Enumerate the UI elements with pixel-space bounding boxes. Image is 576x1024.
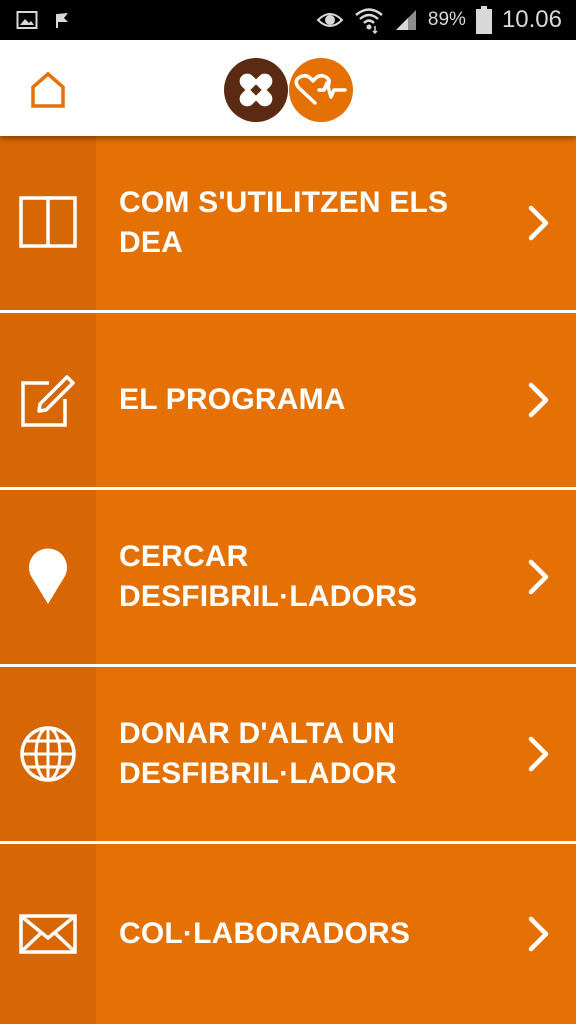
image-icon: [16, 11, 38, 29]
bandage-icon: [224, 58, 288, 122]
chevron-right-icon: [528, 916, 549, 952]
menu-item-label: COM S'UTILITZEN ELS DEA: [119, 186, 449, 259]
menu-item-label: DONAR D'ALTA UN DESFIBRIL·LADOR: [119, 717, 397, 790]
menu-item-icon-cell: [0, 667, 96, 841]
chevron-right-icon: [528, 205, 549, 241]
chevron-right-icon: [528, 736, 549, 772]
mail-icon: [19, 914, 77, 954]
map-pin-icon: [28, 548, 67, 604]
menu-item-icon-cell: [0, 136, 96, 310]
battery-percent: 89%: [427, 9, 466, 30]
menu-item-el-programa[interactable]: EL PROGRAMA: [0, 313, 576, 487]
status-bar-right: 89% 10.06: [316, 6, 562, 34]
menu-item-com-sutilitzen-els-dea[interactable]: COM S'UTILITZEN ELS DEA: [0, 136, 576, 310]
menu-item-donar-dalta-un-desfibril-lador[interactable]: DONAR D'ALTA UN DESFIBRIL·LADOR: [0, 667, 576, 841]
chevron-right-icon: [528, 559, 549, 595]
menu-item-label: CERCAR DESFIBRIL·LADORS: [119, 540, 418, 613]
battery-icon: [475, 6, 492, 34]
clock: 10.06: [501, 6, 562, 33]
edit-icon: [21, 375, 75, 427]
signal-icon: [395, 10, 416, 30]
globe-icon: [20, 726, 76, 782]
wifi-icon: [355, 8, 383, 34]
home-icon: [31, 71, 65, 108]
menu-item-label: COL·LABORADORS: [119, 917, 411, 950]
menu-item-icon-cell: [0, 313, 96, 487]
status-bar-left: [16, 10, 72, 30]
menu-item-icon-cell: [0, 844, 96, 1024]
home-button[interactable]: [28, 70, 68, 110]
menu-item-col-laboradors[interactable]: COL·LABORADORS: [0, 844, 576, 1024]
app-header: [0, 40, 576, 136]
menu-item-cercar-desfibril-ladors[interactable]: CERCAR DESFIBRIL·LADORS: [0, 490, 576, 664]
heartbeat-icon: [289, 58, 353, 122]
flag-icon: [56, 13, 68, 28]
book-icon: [19, 196, 77, 248]
eye-icon: [316, 13, 344, 27]
app-logo: [224, 58, 353, 122]
menu-item-label: EL PROGRAMA: [119, 383, 346, 416]
main-menu: COM S'UTILITZEN ELS DEA EL PROGRAMA CERC…: [0, 136, 576, 1024]
status-bar: 89% 10.06: [0, 0, 576, 40]
menu-item-icon-cell: [0, 490, 96, 664]
chevron-right-icon: [528, 382, 549, 418]
